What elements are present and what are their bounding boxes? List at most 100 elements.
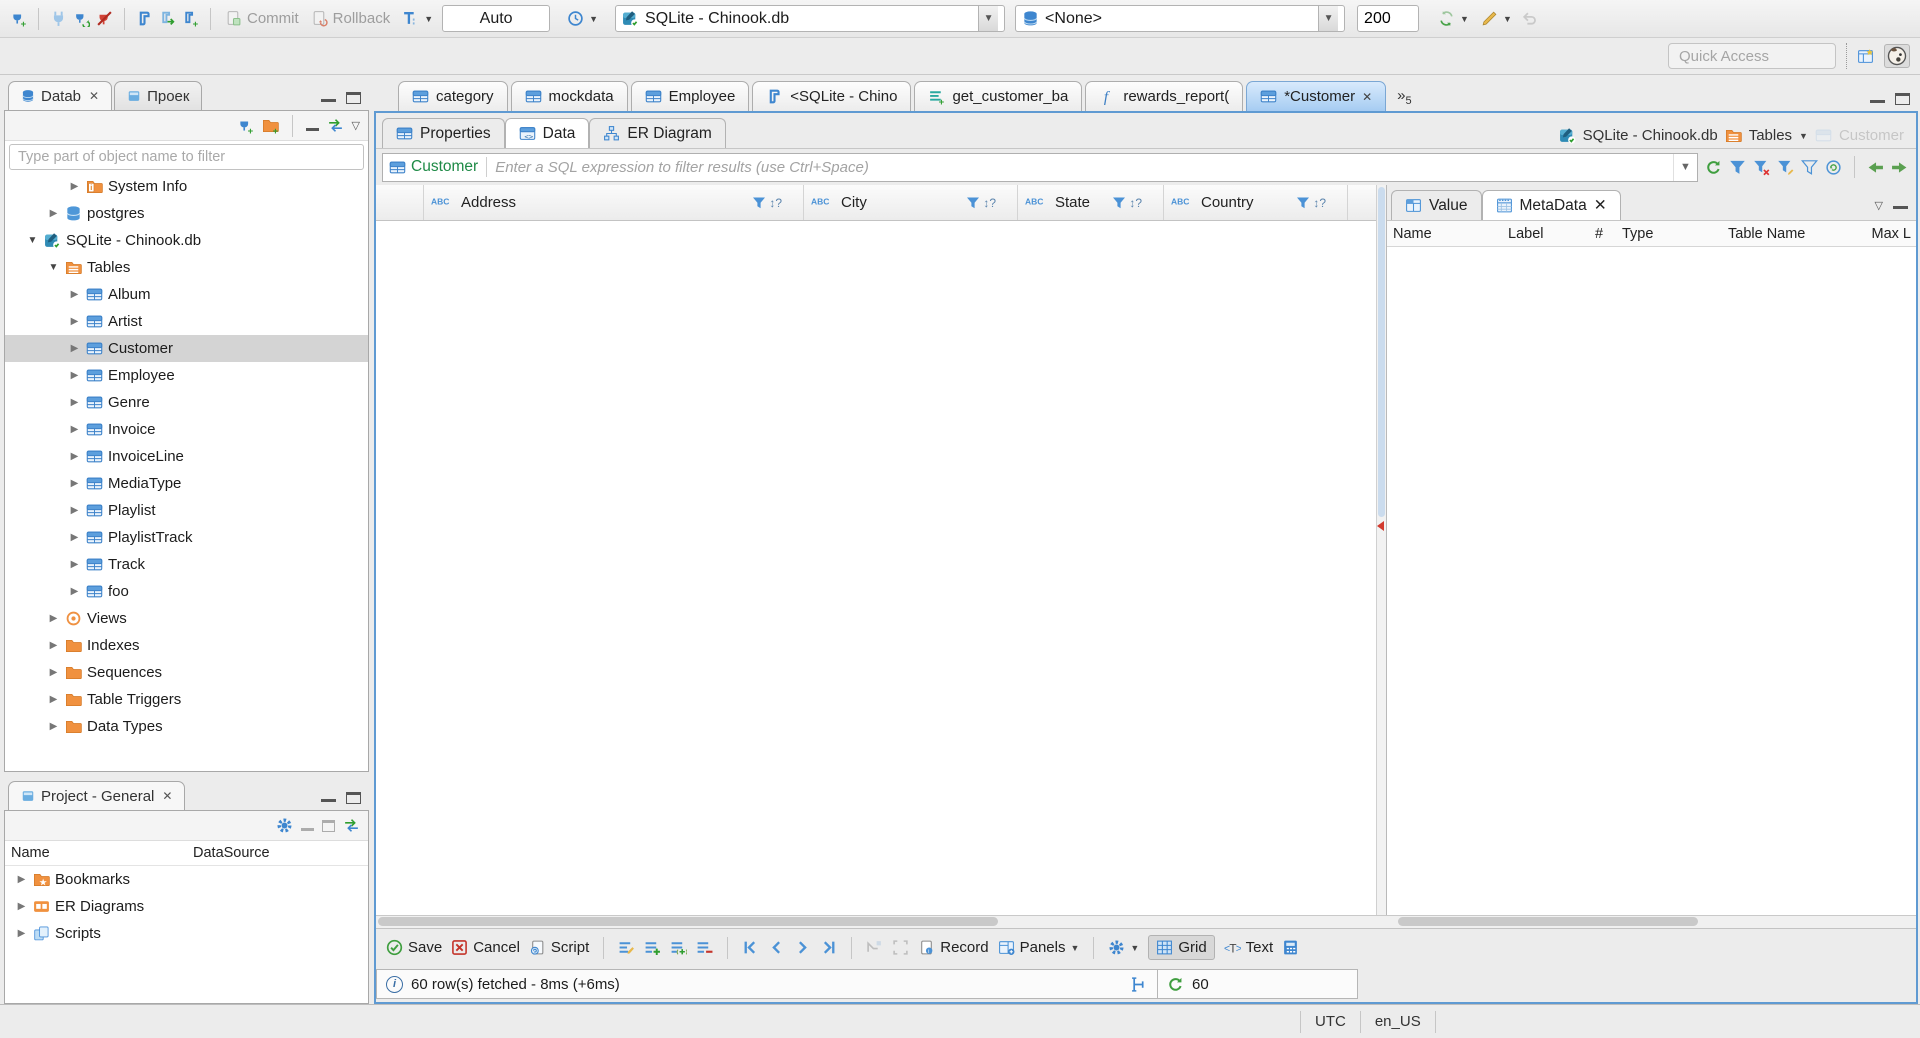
tree-item-mediatype[interactable]: ▶ MediaType: [5, 470, 368, 497]
column-header-city[interactable]: ABC City ↕?: [804, 185, 1018, 220]
collapsed-arrow-icon[interactable]: ▶: [68, 370, 81, 381]
tree-item-artist[interactable]: ▶ Artist: [5, 308, 368, 335]
editor-tab-category[interactable]: category: [398, 81, 508, 111]
column-header-datasource[interactable]: DataSource: [193, 845, 270, 861]
editor-tab-rewards-report-[interactable]: f rewards_report(: [1085, 81, 1244, 111]
scrollbar-thumb[interactable]: [378, 917, 998, 926]
collapse-all-icon[interactable]: [301, 821, 314, 831]
gear-icon[interactable]: [276, 817, 293, 834]
tree-item-genre[interactable]: ▶ Genre: [5, 389, 368, 416]
record-button[interactable]: i Record: [918, 939, 989, 956]
breadcrumb-connection[interactable]: SQLite - Chinook.db: [1583, 127, 1718, 144]
new-sql-editor-icon[interactable]: +: [182, 10, 199, 27]
vertical-scrollbar[interactable]: [1376, 185, 1387, 915]
column-header-address[interactable]: ABC Address ↕?: [424, 185, 804, 220]
expanded-arrow-icon[interactable]: ▼: [26, 235, 39, 246]
next-row-icon[interactable]: [794, 939, 811, 956]
commit-button[interactable]: Commit: [222, 8, 302, 29]
tree-item-sequences[interactable]: ▶ Sequences: [5, 659, 368, 686]
remove-filter-icon[interactable]: [1753, 159, 1770, 176]
column-header-max-length[interactable]: Max L: [1821, 226, 1916, 242]
filter-funnel-icon[interactable]: [1112, 196, 1126, 210]
open-perspective-icon[interactable]: [1857, 48, 1874, 65]
filter-history-dropdown[interactable]: ▼: [1673, 153, 1697, 181]
apply-filter-icon[interactable]: [1729, 159, 1746, 176]
tree-item-tables[interactable]: ▼ Tables: [5, 254, 368, 281]
editor-tab-get-customer-ba[interactable]: + get_customer_ba: [914, 81, 1083, 111]
tree-item-customer[interactable]: ▶ Customer: [5, 335, 368, 362]
filter-table-name[interactable]: Customer: [411, 158, 478, 176]
auto-refresh-circle-icon[interactable]: [1825, 159, 1842, 176]
collapsed-arrow-icon[interactable]: ▶: [68, 289, 81, 300]
expand-all-icon[interactable]: [322, 819, 335, 832]
quick-access-box[interactable]: Quick Access: [1668, 43, 1836, 69]
disconnect-icon[interactable]: path d="M5 1.5v3.5M11 1.5v3.5" stroke="#…: [96, 10, 113, 27]
minimize-icon[interactable]: [1870, 93, 1885, 103]
tab-data[interactable]: <> Data: [504, 118, 590, 148]
edit-filter-icon[interactable]: [1777, 159, 1794, 176]
schema-dropdown-arrow[interactable]: ▼: [1318, 6, 1339, 31]
refresh-icon[interactable]: [1705, 159, 1722, 176]
dropdown-caret-icon[interactable]: ▼: [1799, 131, 1808, 141]
link-with-editor-icon[interactable]: [327, 117, 344, 134]
open-sql-script-icon[interactable]: [159, 10, 176, 27]
project-item-bookmarks[interactable]: ▶ ★ Bookmarks: [5, 866, 368, 893]
close-icon[interactable]: ✕: [89, 89, 99, 103]
dbeaver-perspective-icon[interactable]: [1884, 44, 1910, 68]
tree-item-indexes[interactable]: ▶ Indexes: [5, 632, 368, 659]
tab-er-diagram[interactable]: ER Diagram: [589, 118, 726, 148]
horizontal-scrollbar[interactable]: [376, 915, 1916, 928]
sort-indicator-icon[interactable]: ↕?: [769, 196, 782, 210]
tree-item-foo[interactable]: ▶ foo: [5, 578, 368, 605]
collapsed-arrow-icon[interactable]: ▶: [68, 343, 81, 354]
column-header-name[interactable]: Name: [5, 845, 193, 861]
new-connection-icon[interactable]: path d="M5 1.5v3.5M11 1.5v3.5" stroke="#…: [237, 117, 254, 134]
edit-row-icon[interactable]: [618, 939, 635, 956]
tree-item-invoice[interactable]: ▶ Invoice: [5, 416, 368, 443]
save-filter-icon[interactable]: [1801, 159, 1818, 176]
fetch-size-input[interactable]: [1357, 5, 1420, 32]
connect-icon[interactable]: [50, 10, 67, 27]
transaction-mode-button[interactable]: ▼: [399, 8, 436, 29]
collapsed-arrow-icon[interactable]: ▶: [47, 208, 60, 219]
collapsed-arrow-icon[interactable]: ▶: [15, 874, 28, 885]
duplicate-row-icon[interactable]: [670, 939, 688, 956]
maximize-icon[interactable]: [1895, 93, 1910, 105]
close-icon[interactable]: ✕: [1594, 196, 1607, 215]
collapsed-arrow-icon[interactable]: ▶: [68, 478, 81, 489]
grid-options-button[interactable]: ▼: [1108, 939, 1139, 956]
collapsed-arrow-icon[interactable]: ▶: [47, 721, 60, 732]
refresh-toggle-button[interactable]: ▼: [1435, 8, 1472, 29]
collapsed-arrow-icon[interactable]: ▶: [47, 694, 60, 705]
connection-dropdown-arrow[interactable]: ▼: [978, 6, 999, 31]
collapsed-arrow-icon[interactable]: ▶: [68, 505, 81, 516]
script-button[interactable]: Script: [529, 939, 589, 956]
tree-item-playlisttrack[interactable]: ▶ PlaylistTrack: [5, 524, 368, 551]
link-with-editor-icon[interactable]: [343, 817, 360, 834]
refresh-green-icon[interactable]: [1167, 976, 1184, 993]
collapsed-arrow-icon[interactable]: ▶: [68, 532, 81, 543]
tab-database-navigator[interactable]: Datab ✕: [8, 81, 113, 110]
sort-indicator-icon[interactable]: ↕?: [1313, 196, 1326, 210]
new-folder-icon[interactable]: +: [262, 117, 279, 134]
cancel-button[interactable]: Cancel: [451, 939, 520, 956]
tree-item-table-triggers[interactable]: ▶ Table Triggers: [5, 686, 368, 713]
collapsed-arrow-icon[interactable]: ▶: [47, 667, 60, 678]
editor-tab--sqlite-chino[interactable]: <SQLite - Chino: [752, 81, 912, 111]
tab-properties[interactable]: Properties: [382, 118, 505, 148]
sql-history-button[interactable]: ▼: [564, 8, 601, 29]
nav-forward-arrow-icon[interactable]: [1891, 159, 1908, 176]
panels-button[interactable]: Panels ▼: [998, 939, 1079, 956]
tree-item-playlist[interactable]: ▶ Playlist: [5, 497, 368, 524]
active-connection-combo[interactable]: SQLite - Chinook.db ▼: [615, 5, 1006, 32]
tree-item-invoiceline[interactable]: ▶ InvoiceLine: [5, 443, 368, 470]
last-row-icon[interactable]: [820, 939, 837, 956]
nav-back-arrow-icon[interactable]: [1867, 159, 1884, 176]
rollback-button[interactable]: Rollback: [308, 8, 394, 29]
active-schema-combo[interactable]: <None> ▼: [1015, 5, 1346, 32]
filter-funnel-icon[interactable]: [752, 196, 766, 210]
first-row-icon[interactable]: [742, 939, 759, 956]
collapsed-arrow-icon[interactable]: ▶: [68, 586, 81, 597]
collapsed-arrow-icon[interactable]: ▶: [68, 181, 81, 192]
project-item-scripts[interactable]: ▶ Scripts: [5, 920, 368, 947]
